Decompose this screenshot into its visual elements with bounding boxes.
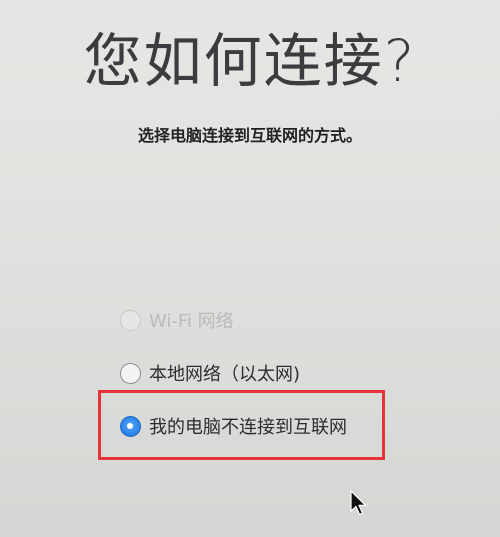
option-ethernet[interactable]: 本地网络（以太网) [120, 358, 347, 388]
highlight-annotation-box [98, 390, 385, 460]
option-wifi-label: Wi-Fi 网络 [149, 311, 234, 332]
page-subtitle: 选择电脑连接到互联网的方式。 [137, 126, 362, 145]
radio-wifi [120, 309, 141, 331]
radio-ethernet[interactable] [120, 362, 141, 384]
option-wifi: Wi-Fi 网络 [120, 305, 347, 335]
page-title: 您如何连接? [83, 27, 417, 95]
option-ethernet-label[interactable]: 本地网络（以太网) [149, 360, 300, 386]
mouse-pointer-icon [350, 490, 367, 516]
setup-screen: 您如何连接? 选择电脑连接到互联网的方式。 Wi-Fi 网络 本地网络（以太网)… [0, 0, 500, 537]
